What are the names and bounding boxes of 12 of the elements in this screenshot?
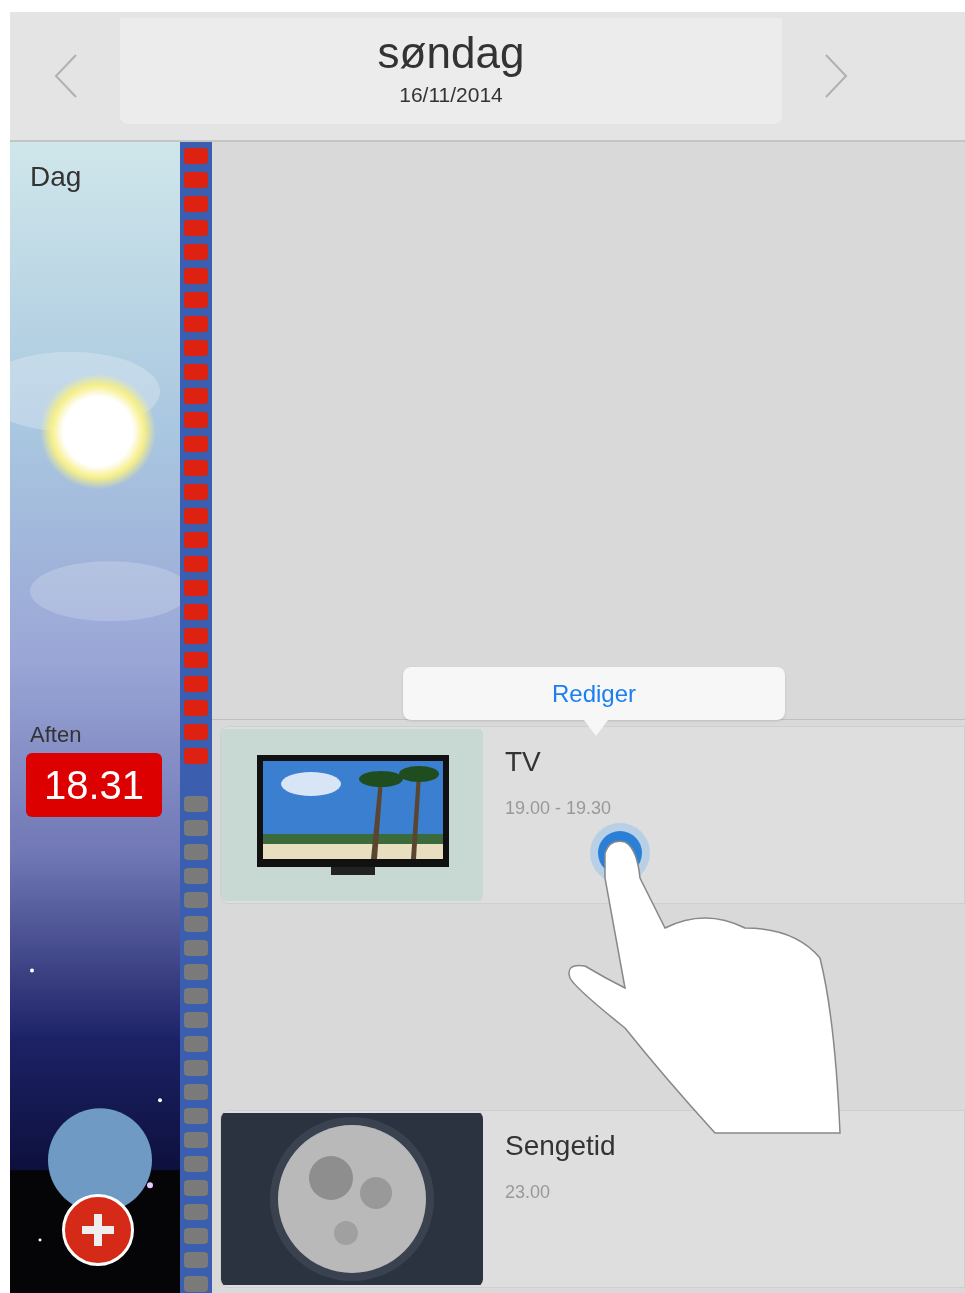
event-card[interactable]: Sengetid 23.00	[220, 1110, 965, 1288]
section-label: Dag	[30, 160, 82, 194]
date-label: 16/11/2014	[399, 82, 503, 109]
event-time: 23.00	[505, 1181, 552, 1204]
edit-link[interactable]: Rediger	[551, 675, 636, 712]
event-title: TV	[505, 745, 542, 779]
event-title: Sengetid	[505, 1129, 616, 1163]
event-card[interactable]: TV 19.00 - 19.30	[220, 726, 965, 904]
day-title: søndag	[377, 31, 525, 76]
event-time: 19.00 - 19.30	[505, 797, 612, 820]
section-label: Aften	[30, 721, 82, 749]
current-time-badge: 18.31	[26, 753, 163, 817]
